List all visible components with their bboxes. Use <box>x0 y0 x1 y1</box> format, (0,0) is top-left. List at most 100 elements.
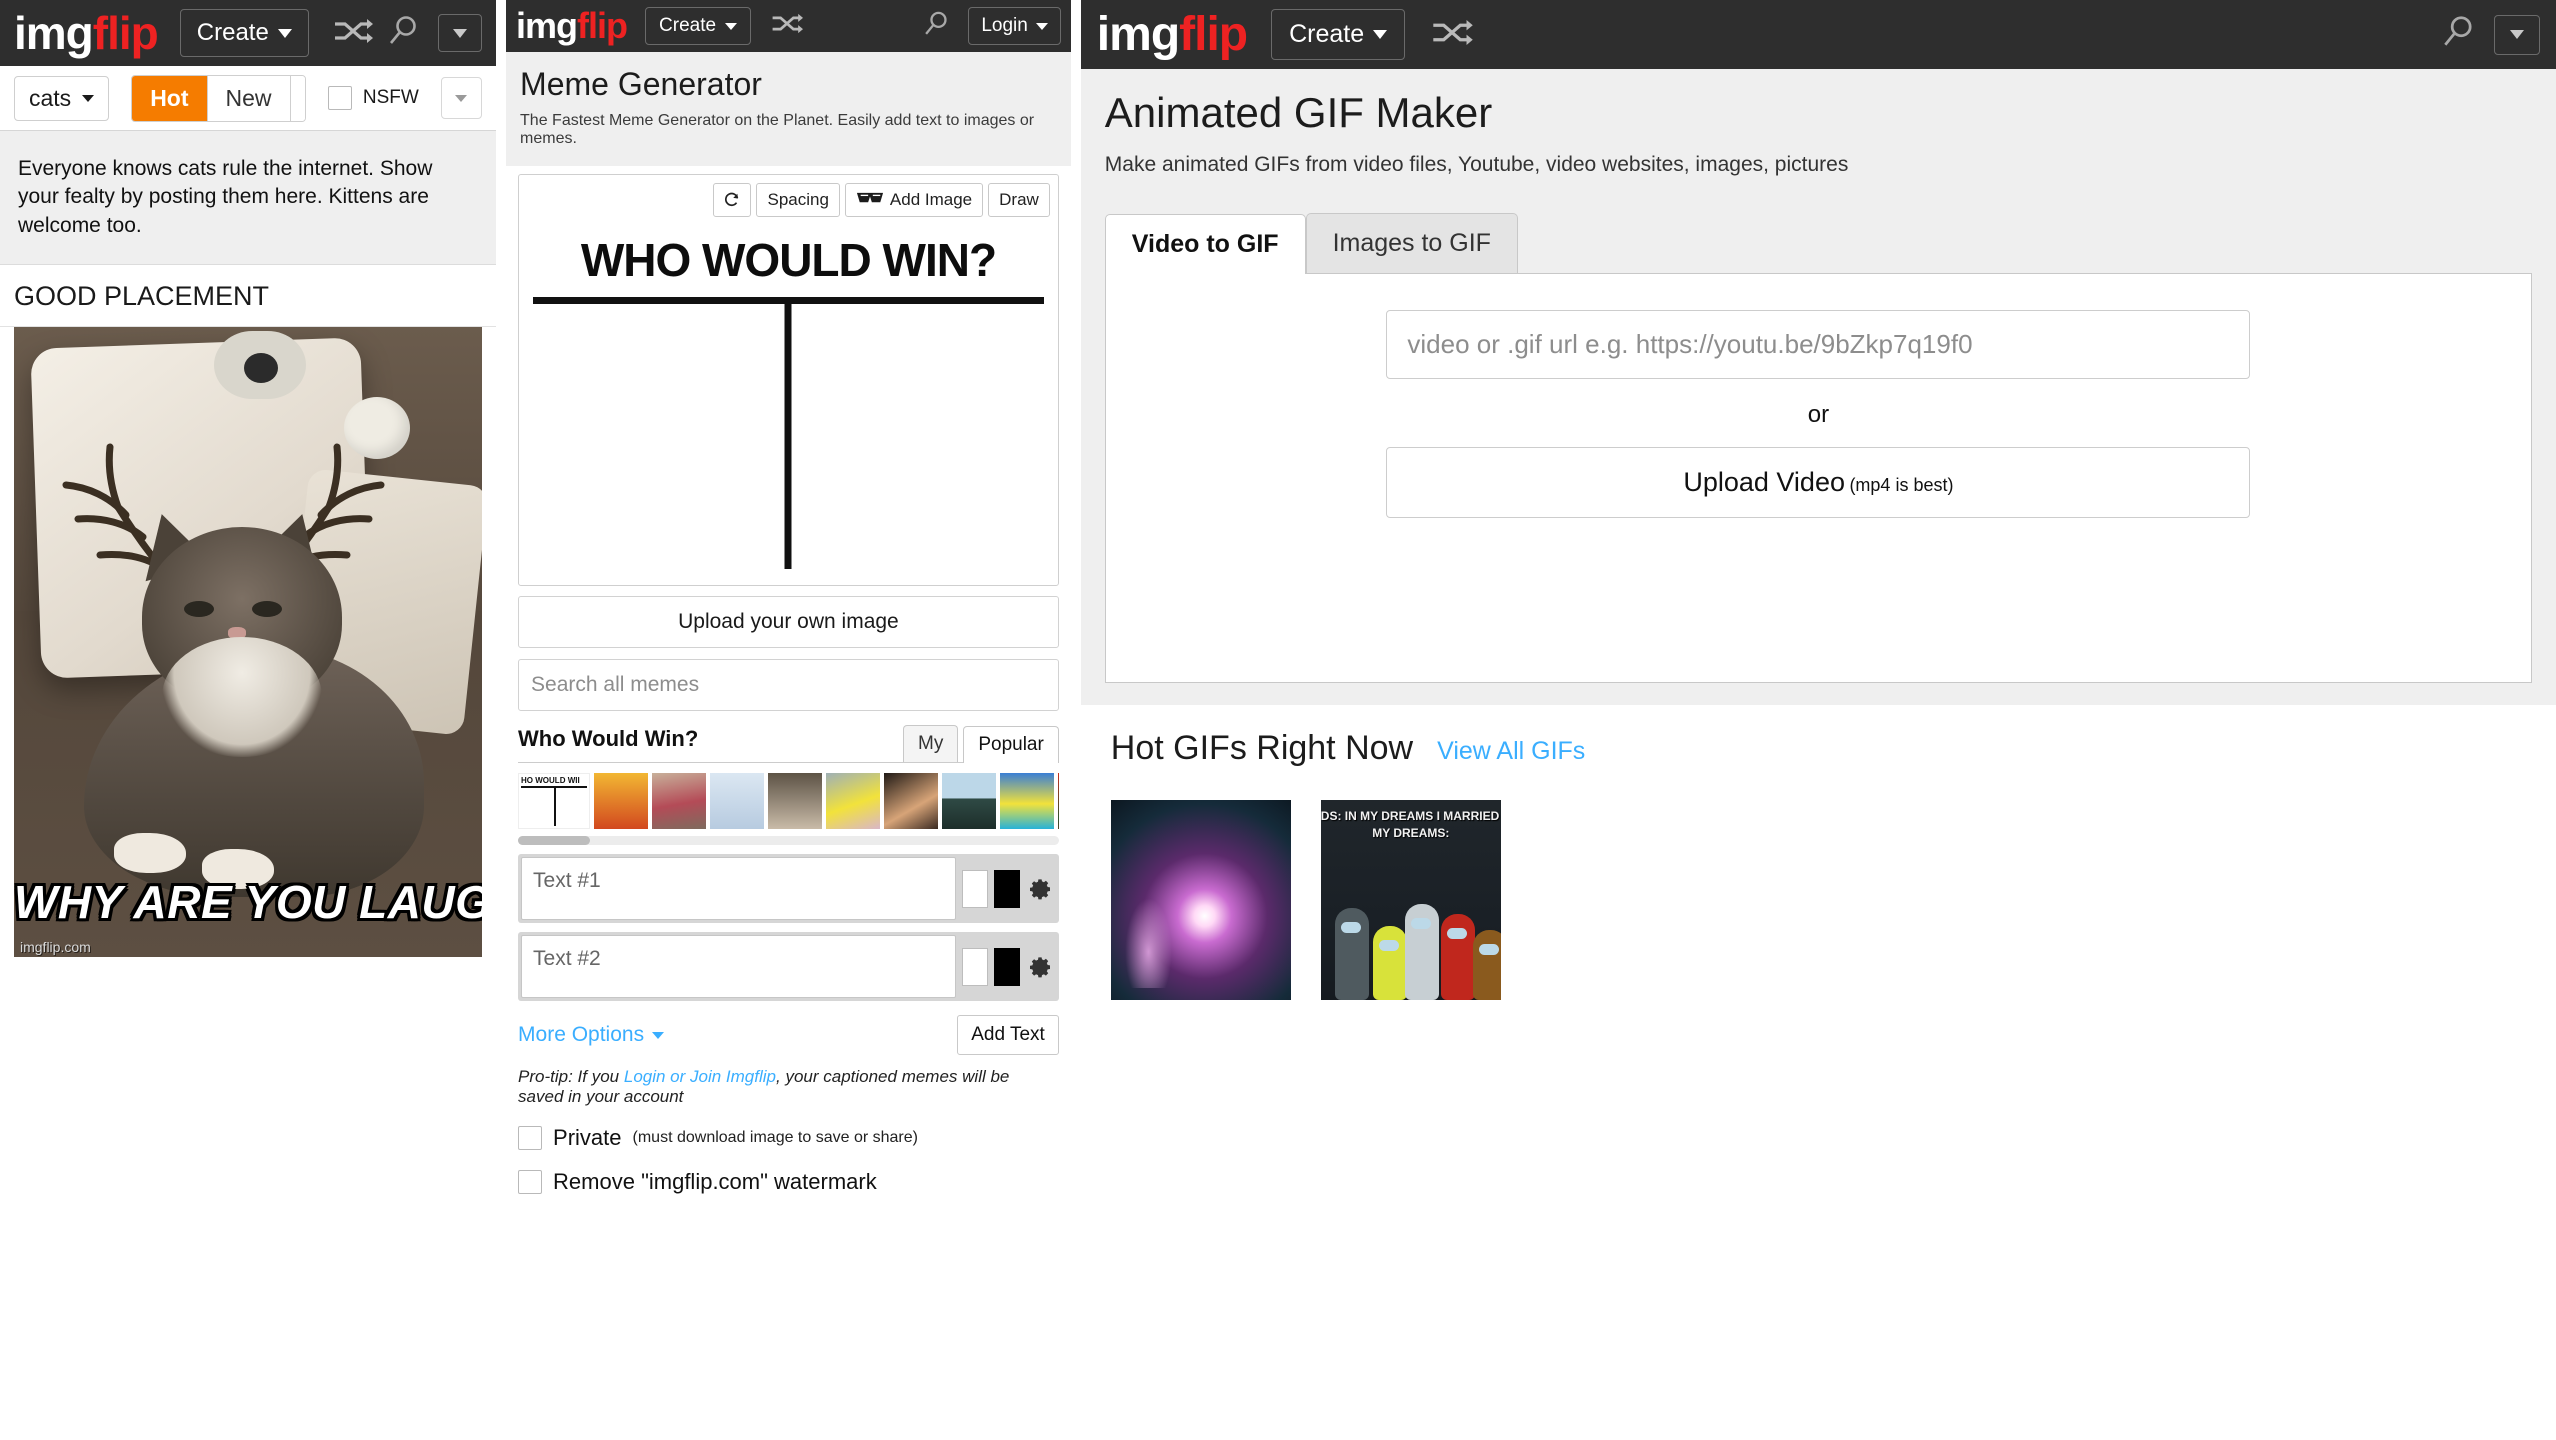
navbar-gif-maker: img flip Create <box>1080 0 2556 69</box>
create-button-label: Create <box>659 15 717 36</box>
gif-thumbnail[interactable]: DS: IN MY DREAMS I MARRIED M MY DREAMS: <box>1320 800 1501 1001</box>
gif-caption-line1: DS: IN MY DREAMS I MARRIED M <box>1320 809 1501 824</box>
add-text-button[interactable]: Add Text <box>957 1015 1059 1055</box>
text-input-row-2: Text #2 <box>518 932 1059 1001</box>
meme-thumbnail[interactable] <box>826 773 881 829</box>
meme-thumbnail[interactable] <box>884 773 939 829</box>
stream-select[interactable]: cats <box>14 75 110 121</box>
sort-new-button[interactable]: New <box>206 75 290 121</box>
add-image-button[interactable]: Add Image <box>844 183 984 217</box>
text-outline-color-swatch[interactable] <box>993 869 1020 908</box>
search-memes-input[interactable]: Search all memes <box>518 659 1059 711</box>
hot-gifs-grid: DS: IN MY DREAMS I MARRIED M MY DREAMS: <box>1110 800 2526 1001</box>
gif-thumbnail[interactable] <box>1110 800 1291 1001</box>
text-fill-color-swatch[interactable] <box>961 869 988 908</box>
text-settings-button[interactable] <box>1026 935 1056 998</box>
sort-toggle-group: Hot New <box>131 74 306 122</box>
text-outline-color-swatch[interactable] <box>993 947 1020 986</box>
gif-maker-subtitle: Make animated GIFs from video files, You… <box>1104 153 1849 176</box>
generator-header: Meme Generator The Fastest Meme Generato… <box>506 52 1071 166</box>
panel-gif-maker: img flip Create Animated GIF Maker Make … <box>1080 0 2556 1440</box>
add-image-button-label: Add Image <box>889 190 973 209</box>
shuffle-icon[interactable] <box>771 13 804 39</box>
meme-thumbnail[interactable] <box>710 773 765 829</box>
text-fill-color-swatch[interactable] <box>961 947 988 986</box>
meme-thumbnail-strip[interactable]: HO WOULD WII <box>518 773 1059 829</box>
remove-watermark-option-row: Remove "imgflip.com" watermark <box>518 1169 1059 1195</box>
navbar-stream: img flip Create <box>0 0 497 66</box>
meme-post-title[interactable]: GOOD PLACEMENT <box>0 265 497 328</box>
panel-meme-generator: img flip Create Login Meme Generator The… <box>506 0 1071 1440</box>
meme-thumbnail[interactable] <box>1058 773 1059 829</box>
chevron-down-icon <box>725 22 738 30</box>
video-url-input[interactable]: video or .gif url e.g. https://youtu.be/… <box>1386 310 2251 380</box>
upload-video-button[interactable]: Upload Video (mp4 is best) <box>1386 447 2251 519</box>
login-button[interactable]: Login <box>968 7 1061 45</box>
meme-thumbnail[interactable] <box>942 773 997 829</box>
panel-gutter-right <box>1070 0 1081 1440</box>
create-button[interactable]: Create <box>645 7 752 45</box>
chevron-down-icon <box>652 1031 665 1039</box>
chevron-down-icon <box>2510 30 2525 39</box>
gif-caption-line2: MY DREAMS: <box>1372 825 1450 840</box>
meme-thumbnail[interactable] <box>652 773 707 829</box>
meme-thumbnail[interactable] <box>594 773 649 829</box>
meme-thumbnail[interactable] <box>768 773 823 829</box>
tab-my-memes[interactable]: My <box>903 725 959 762</box>
logo-img-text: img <box>1096 8 1180 61</box>
thumbnail-scrollbar[interactable] <box>518 836 1059 845</box>
reset-button[interactable] <box>713 183 752 217</box>
draw-button[interactable]: Draw <box>988 183 1050 217</box>
spacing-button[interactable]: Spacing <box>756 183 840 217</box>
chevron-down-icon <box>1035 22 1048 30</box>
search-icon[interactable] <box>2440 14 2476 55</box>
text-input-1[interactable]: Text #1 <box>521 857 956 920</box>
login-or-join-link[interactable]: Login or Join Imgflip <box>624 1067 776 1086</box>
stream-description: Everyone knows cats rule the internet. S… <box>0 131 497 266</box>
upload-video-note: (mp4 is best) <box>1849 475 1954 496</box>
upload-own-image-button[interactable]: Upload your own image <box>518 596 1059 648</box>
navbar-menu-dropdown[interactable] <box>2494 14 2541 55</box>
create-button-label: Create <box>1289 20 1365 48</box>
tab-video-to-gif[interactable]: Video to GIF <box>1104 214 1306 275</box>
imgflip-logo[interactable]: img flip <box>516 5 628 47</box>
search-icon[interactable] <box>922 10 950 43</box>
navbar-right-group <box>386 14 483 53</box>
meme-post-image[interactable]: WHY ARE YOU LAUGHING? imgflip.com <box>14 327 483 958</box>
nsfw-toggle[interactable]: NSFW <box>327 86 419 110</box>
meme-thumbnail[interactable] <box>1000 773 1055 829</box>
remove-watermark-checkbox[interactable] <box>518 1170 543 1194</box>
view-all-gifs-link[interactable]: View All GIFs <box>1437 737 1585 766</box>
create-button[interactable]: Create <box>179 9 309 57</box>
tab-popular-memes[interactable]: Popular <box>963 726 1059 763</box>
tab-images-to-gif[interactable]: Images to GIF <box>1305 213 1518 274</box>
login-button-label: Login <box>981 15 1028 36</box>
app-screen: img flip Create cats Hot New NSFW Everyo… <box>0 0 2556 1440</box>
more-options-link[interactable]: More Options <box>518 1023 665 1047</box>
shuffle-icon[interactable] <box>1431 19 1473 51</box>
spacing-button-label: Spacing <box>767 190 829 209</box>
chevron-down-icon <box>453 28 468 38</box>
nsfw-checkbox[interactable] <box>327 86 352 110</box>
search-icon[interactable] <box>386 14 420 53</box>
sort-more-dropdown[interactable] <box>289 75 305 121</box>
imgflip-logo[interactable]: img flip <box>14 6 159 60</box>
meme-thumbnail[interactable]: HO WOULD WII <box>518 773 591 829</box>
create-button[interactable]: Create <box>1271 9 1406 60</box>
shuffle-icon[interactable] <box>333 18 373 49</box>
text-settings-button[interactable] <box>1026 857 1056 920</box>
private-checkbox[interactable] <box>518 1126 543 1150</box>
stream-options-dropdown[interactable] <box>440 77 483 119</box>
logo-img-text: img <box>14 7 94 59</box>
sort-hot-button[interactable]: Hot <box>132 75 207 121</box>
navbar-menu-dropdown[interactable] <box>438 14 483 52</box>
private-option-row: Private (must download image to save or … <box>518 1125 1059 1151</box>
meme-caption-text: WHY ARE YOU LAUGHING? <box>14 876 483 929</box>
navbar-generator: img flip Create Login <box>506 0 1071 52</box>
meme-canvas[interactable]: WHO WOULD WIN? <box>527 225 1050 575</box>
sunglasses-icon <box>856 190 884 210</box>
text-input-2[interactable]: Text #2 <box>521 935 956 998</box>
text-input-row-1: Text #1 <box>518 854 1059 923</box>
scrollbar-knob[interactable] <box>518 836 591 845</box>
imgflip-logo[interactable]: img flip <box>1096 7 1248 62</box>
